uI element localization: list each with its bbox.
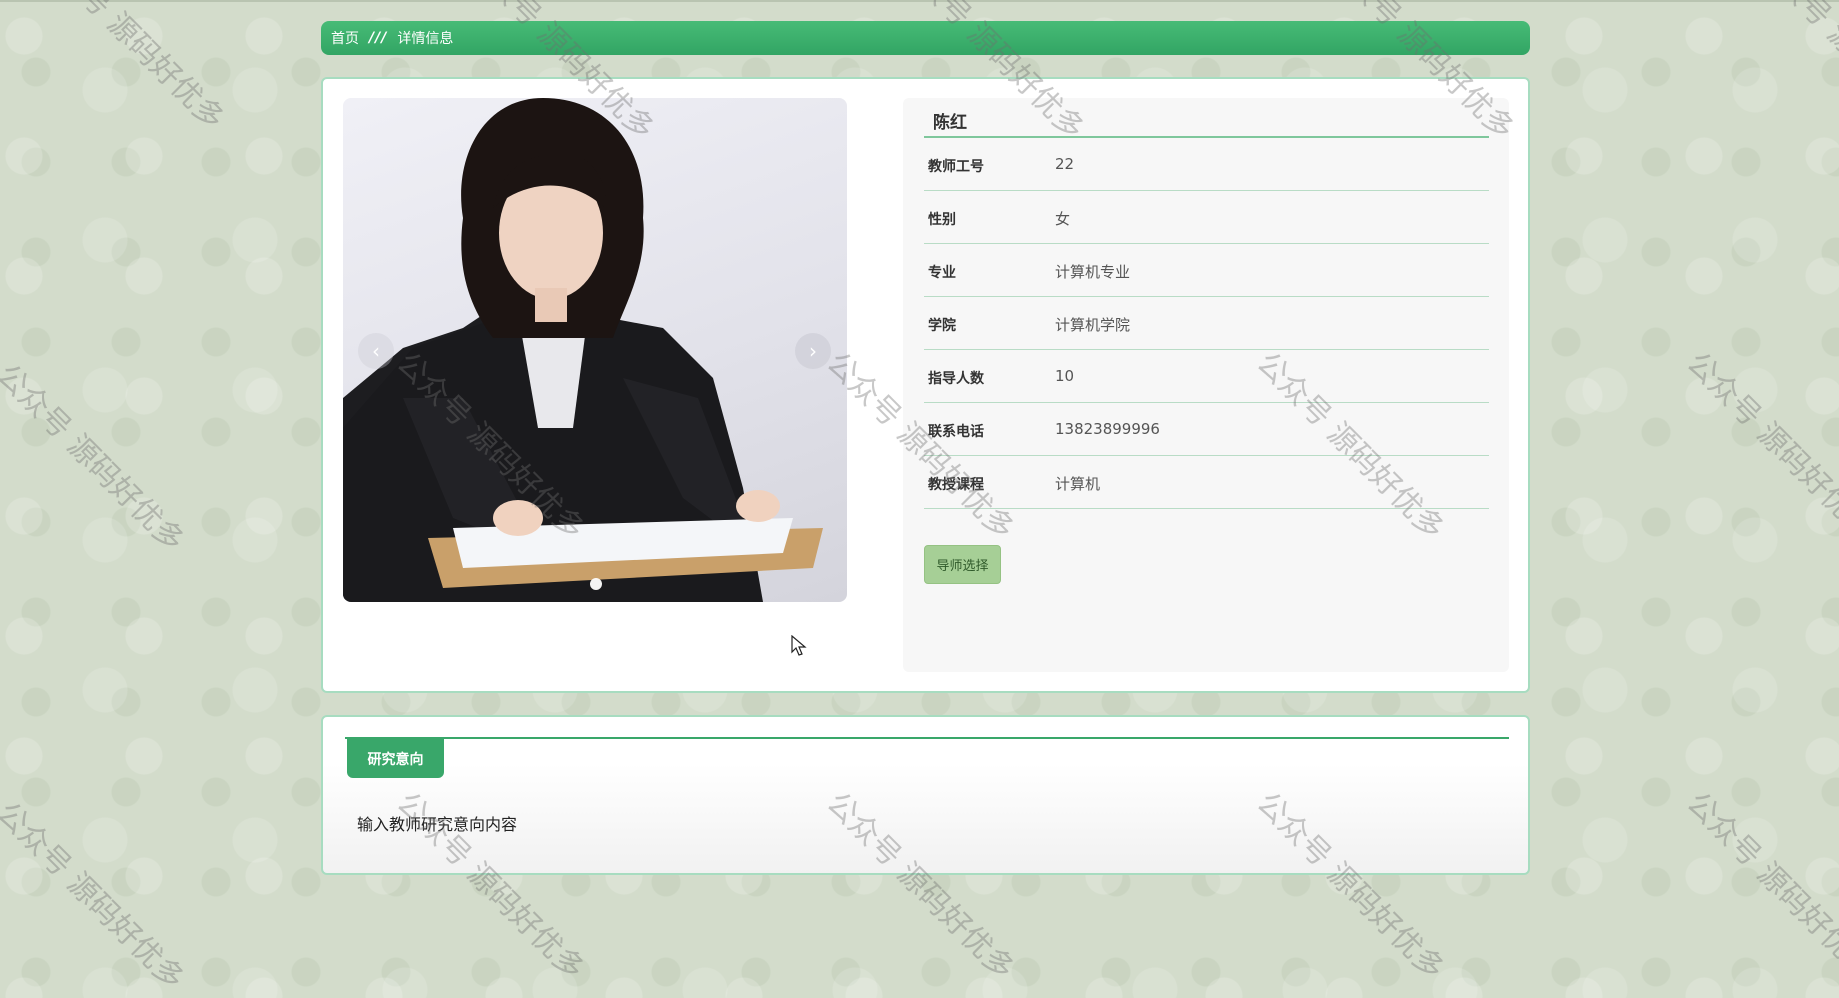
info-row-major: 专业 计算机专业 bbox=[924, 244, 1489, 297]
watermark: 公众号 源码好优多 bbox=[0, 357, 191, 559]
watermark: 公众号 源码好优多 bbox=[1679, 785, 1839, 987]
info-row-teacher-id: 教师工号 22 bbox=[924, 138, 1489, 191]
info-row-mentee-count: 指导人数 10 bbox=[924, 350, 1489, 403]
teacher-photo-illustration bbox=[343, 98, 823, 602]
info-value: 22 bbox=[1055, 155, 1075, 173]
info-value: 计算机 bbox=[1055, 475, 1101, 493]
info-label: 教师工号 bbox=[928, 159, 984, 175]
info-row-college: 学院 计算机学院 bbox=[924, 297, 1489, 350]
teacher-info-panel: 陈红 教师工号 22 性别 女 专业 计算机专业 学院 计算机学院 指导人数 1… bbox=[903, 98, 1509, 672]
top-border bbox=[0, 0, 1839, 2]
info-label: 专业 bbox=[928, 265, 956, 281]
info-value: 计算机学院 bbox=[1055, 316, 1131, 334]
info-value: 10 bbox=[1055, 367, 1075, 385]
info-label: 联系电话 bbox=[928, 424, 984, 440]
info-label: 性别 bbox=[928, 212, 956, 228]
info-value: 13823899996 bbox=[1055, 420, 1160, 438]
info-row-course: 教授课程 计算机 bbox=[924, 456, 1489, 509]
info-row-gender: 性别 女 bbox=[924, 191, 1489, 244]
breadcrumb-current: 详情信息 bbox=[397, 31, 454, 47]
info-value: 女 bbox=[1055, 210, 1071, 228]
teacher-name: 陈红 bbox=[924, 98, 1489, 138]
tab-research-intent[interactable]: 研究意向 bbox=[347, 739, 444, 778]
watermark: 公众号 源码好优多 bbox=[1679, 345, 1839, 547]
carousel-next-button[interactable]: › bbox=[795, 333, 831, 369]
info-value: 计算机专业 bbox=[1055, 263, 1131, 281]
research-card bbox=[321, 715, 1530, 875]
info-label: 教授课程 bbox=[928, 477, 984, 493]
breadcrumb: 首页 /// 详情信息 bbox=[321, 21, 1530, 55]
breadcrumb-home-link[interactable]: 首页 bbox=[331, 28, 359, 48]
mouse-cursor-icon bbox=[791, 635, 807, 656]
carousel-prev-button[interactable]: ‹ bbox=[358, 333, 394, 369]
info-label: 指导人数 bbox=[928, 371, 984, 387]
research-tab-underline bbox=[345, 737, 1509, 739]
select-mentor-button[interactable]: 导师选择 bbox=[924, 545, 1001, 584]
carousel-indicator-dot[interactable] bbox=[590, 578, 602, 590]
info-label: 学院 bbox=[928, 318, 956, 334]
watermark: 公众号 源码好优多 bbox=[29, 0, 231, 137]
watermark: 公众号 源码好优多 bbox=[0, 795, 191, 997]
breadcrumb-separator: /// bbox=[369, 30, 388, 46]
info-row-phone: 联系电话 13823899996 bbox=[924, 403, 1489, 456]
research-content: 输入教师研究意向内容 bbox=[357, 815, 518, 834]
teacher-photo bbox=[343, 98, 847, 602]
watermark: 公众号 源码好优多 bbox=[1750, 0, 1839, 147]
